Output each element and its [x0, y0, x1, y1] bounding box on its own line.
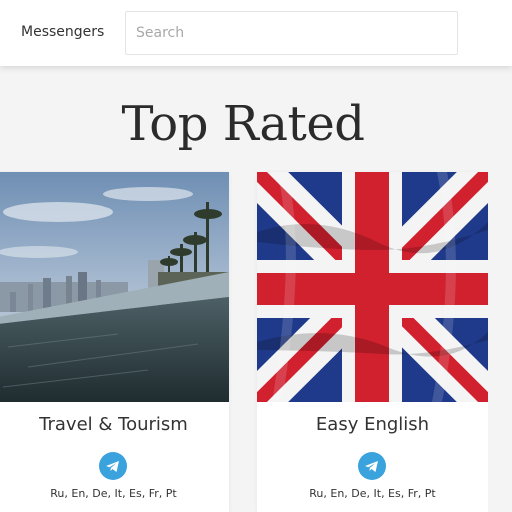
- channel-card-english[interactable]: Easy English Ru, En, De, It, Es, Fr, Pt: [257, 172, 488, 512]
- card-title[interactable]: Easy English: [257, 414, 488, 435]
- top-navbar: Messengers: [0, 0, 512, 66]
- card-languages: Ru, En, De, It, Es, Fr, Pt: [50, 487, 177, 500]
- search-input[interactable]: [125, 11, 458, 55]
- telegram-icon[interactable]: [99, 452, 127, 480]
- next-card-edge: [488, 172, 512, 512]
- card-title[interactable]: Travel & Tourism: [0, 414, 229, 435]
- channel-card-travel[interactable]: Travel & Tourism Ru, En, De, It, Es, Fr,…: [0, 172, 229, 512]
- telegram-icon[interactable]: [358, 452, 386, 480]
- brand-link[interactable]: Messengers: [21, 24, 104, 40]
- page-title: Top Rated: [121, 96, 365, 152]
- card-languages: Ru, En, De, It, Es, Fr, Pt: [309, 487, 436, 500]
- card-image-union-jack: [257, 172, 488, 402]
- card-image-infinity-pool: [0, 172, 229, 402]
